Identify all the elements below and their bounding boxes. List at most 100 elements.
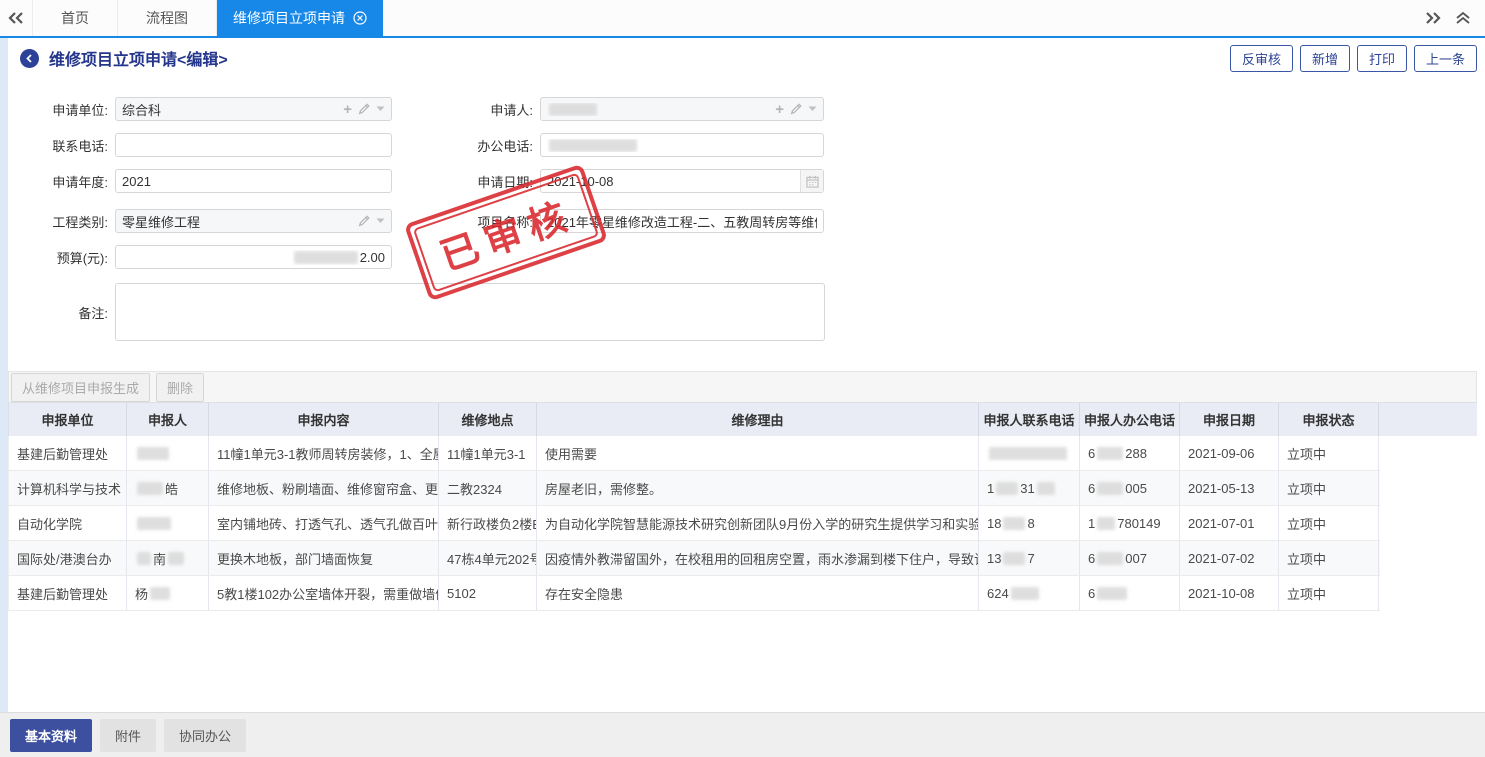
- tab-repair-application[interactable]: 维修项目立项申请: [217, 0, 383, 36]
- remark-textarea[interactable]: [115, 283, 825, 341]
- apply-date-value: 2021-10-08: [547, 174, 614, 189]
- table-cell: 计算机科学与技术: [9, 471, 127, 505]
- calendar-icon[interactable]: [800, 170, 823, 192]
- text-segment: 新行政楼负2楼B2: [447, 514, 537, 533]
- left-margin-strip: [0, 38, 8, 712]
- tab-flowchart[interactable]: 流程图: [118, 0, 217, 36]
- column-header[interactable]: 维修理由: [537, 403, 979, 436]
- text-segment: 007: [1125, 551, 1147, 566]
- generate-from-declaration-button[interactable]: 从维修项目申报生成: [11, 373, 150, 402]
- chevron-down-icon[interactable]: [808, 106, 817, 112]
- table-cell: 基建后勤管理处: [9, 576, 127, 610]
- table-cell: 立项中: [1279, 471, 1379, 505]
- text-segment: 室内铺地砖、打透气孔、透气孔做百叶窗、: [217, 514, 439, 533]
- column-header[interactable]: 申报日期: [1180, 403, 1279, 436]
- collapse-panel-icon[interactable]: [1455, 11, 1471, 25]
- table-cell: 立项中: [1279, 436, 1379, 470]
- table-row[interactable]: 计算机科学与技术皓维修地板、粉刷墙面、维修窗帘盒、更换二教2324房屋老旧，需修…: [8, 471, 1380, 506]
- contact-phone-input[interactable]: [115, 133, 392, 157]
- column-header[interactable]: 申报人办公电话: [1080, 403, 1180, 436]
- tab-close-icon[interactable]: [353, 11, 367, 25]
- delete-button[interactable]: 删除: [156, 373, 204, 402]
- apply-unit-label: 申请单位:: [8, 100, 115, 119]
- text-segment: 1: [987, 481, 994, 496]
- add-icon[interactable]: +: [343, 102, 352, 117]
- back-button[interactable]: [20, 49, 39, 68]
- column-header[interactable]: 申报内容: [209, 403, 439, 436]
- apply-unit-input[interactable]: 综合科 +: [115, 97, 392, 121]
- add-icon[interactable]: +: [775, 102, 784, 117]
- grid-toolbar: 从维修项目申报生成 删除: [8, 371, 1477, 402]
- footer-tab-attachment[interactable]: 附件: [100, 719, 156, 752]
- table-cell: 6: [1080, 576, 1180, 610]
- app-window: 首页 流程图 维修项目立项申请 维修项目立项申请<编辑> 反审核: [0, 0, 1485, 757]
- table-cell: 5教1楼102办公室墙体开裂，需重做墙体: [209, 576, 439, 610]
- redacted-text: [294, 251, 358, 264]
- footer-tab-basic-info[interactable]: 基本资料: [10, 719, 92, 752]
- tab-scroll-left-icon[interactable]: [0, 0, 32, 36]
- redacted-text: [989, 447, 1067, 460]
- column-header[interactable]: 申报人: [127, 403, 209, 436]
- table-row[interactable]: 基建后勤管理处杨5教1楼102办公室墙体开裂，需重做墙体5102存在安全隐患62…: [8, 576, 1380, 611]
- table-cell: 188: [979, 506, 1080, 540]
- text-segment: 立项中: [1287, 514, 1326, 533]
- budget-input[interactable]: 2.00: [115, 245, 392, 269]
- redacted-text: [1003, 552, 1025, 565]
- text-segment: 存在安全隐患: [545, 584, 623, 603]
- column-header[interactable]: 维修地点: [439, 403, 537, 436]
- contact-phone-label: 联系电话:: [8, 136, 115, 155]
- redacted-text: [1003, 517, 1025, 530]
- table-cell: 室内铺地砖、打透气孔、透气孔做百叶窗、: [209, 506, 439, 540]
- remark-label: 备注:: [8, 303, 115, 322]
- tab-flowchart-label: 流程图: [146, 8, 188, 28]
- brush-select-icon[interactable]: [789, 102, 803, 116]
- column-header[interactable]: 申报单位: [9, 403, 127, 436]
- text-segment: 780149: [1117, 516, 1160, 531]
- office-phone-input[interactable]: [540, 133, 824, 157]
- table-cell: 维修地板、粉刷墙面、维修窗帘盒、更换: [209, 471, 439, 505]
- text-segment: 自动化学院: [17, 514, 82, 533]
- applicant-input[interactable]: +: [540, 97, 824, 121]
- chevron-down-icon[interactable]: [376, 218, 385, 224]
- table-cell: 国际处/港澳台办: [9, 541, 127, 575]
- previous-record-button[interactable]: 上一条: [1414, 45, 1477, 72]
- chevron-down-icon[interactable]: [376, 106, 385, 112]
- table-cell: 杨: [127, 576, 209, 610]
- apply-year-input[interactable]: 2021: [115, 169, 392, 193]
- brush-select-icon[interactable]: [357, 214, 371, 228]
- table-row[interactable]: 国际处/港澳台办南更换木地板，部门墙面恢复47栋4单元202号因疫情外教滞留国外…: [8, 541, 1380, 576]
- apply-date-input[interactable]: 2021-10-08: [540, 169, 824, 193]
- add-button[interactable]: 新增: [1300, 45, 1350, 72]
- column-header[interactable]: 申报人联系电话: [979, 403, 1080, 436]
- project-type-input[interactable]: 零星维修工程: [115, 209, 392, 233]
- table-cell: 5102: [439, 576, 537, 610]
- table-cell: 6 288: [1080, 436, 1180, 470]
- text-segment: 更换木地板，部门墙面恢复: [217, 549, 373, 568]
- text-segment: 6: [1088, 446, 1095, 461]
- print-button[interactable]: 打印: [1357, 45, 1407, 72]
- table-header: 申报单位申报人申报内容维修地点维修理由申报人联系电话申报人办公电话申报日期申报状…: [8, 402, 1477, 436]
- redacted-text: [549, 139, 637, 152]
- text-segment: 国际处/港澳台办: [17, 549, 112, 568]
- text-segment: 13: [987, 551, 1001, 566]
- redacted-text: [137, 447, 169, 460]
- text-segment: 为自动化学院智慧能源技术研究创新团队9月份入学的研究生提供学习和实验场所: [545, 514, 979, 533]
- field-apply-year: 申请年度: 2021: [8, 169, 392, 193]
- tab-home[interactable]: 首页: [32, 0, 118, 36]
- table-cell: 更换木地板，部门墙面恢复: [209, 541, 439, 575]
- table-row[interactable]: 基建后勤管理处11幢1单元3-1教师周转房装修，1、全屋11幢1单元3-1使用需…: [8, 436, 1380, 471]
- table-row[interactable]: 自动化学院 室内铺地砖、打透气孔、透气孔做百叶窗、新行政楼负2楼B2 为自动化学院智…: [8, 506, 1380, 541]
- apply-date-label: 申请日期:: [418, 172, 540, 191]
- text-segment: 5教1楼102办公室墙体开裂，需重做墙体: [217, 584, 439, 603]
- project-name-input[interactable]: 2021年零星维修改造工程-二、五教周转房等维修改: [540, 209, 824, 233]
- redacted-text: [168, 552, 184, 565]
- column-header[interactable]: 申报状态: [1279, 403, 1379, 436]
- tab-scroll-right-icon[interactable]: [1425, 12, 1441, 24]
- brush-select-icon[interactable]: [357, 102, 371, 116]
- table-cell: 二教2324: [439, 471, 537, 505]
- text-segment: 11幢1单元3-1: [447, 444, 526, 463]
- text-segment: 房屋老旧，需修整。: [545, 479, 662, 498]
- text-segment: 288: [1125, 446, 1147, 461]
- unapprove-button[interactable]: 反审核: [1230, 45, 1293, 72]
- footer-tab-collaboration[interactable]: 协同办公: [164, 719, 246, 752]
